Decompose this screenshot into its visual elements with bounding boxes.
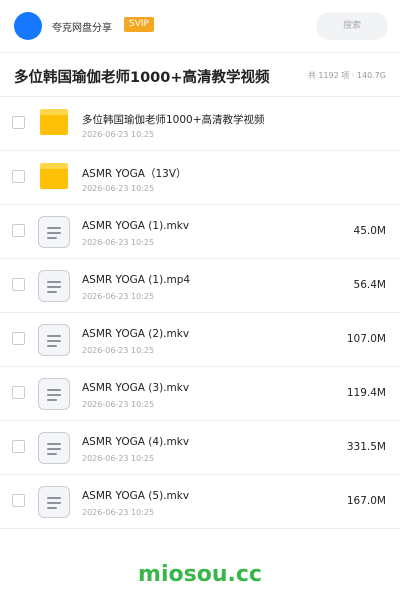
item-size: 167.0M xyxy=(346,495,386,507)
item-name: ASMR YOGA (3).mkv xyxy=(82,382,190,394)
item-size: 107.0M xyxy=(346,333,386,345)
item-date: 2026-06-23 10:25 xyxy=(82,184,155,193)
item-name: ASMR YOGA (1).mp4 xyxy=(82,274,191,286)
item-date: 2026-06-23 10:25 xyxy=(82,400,155,409)
item-date: 2026-06-23 10:25 xyxy=(82,238,155,247)
svip-badge: SVIP xyxy=(124,17,154,32)
page-title: 多位韩国瑜伽老师1000+高清教学视频 xyxy=(14,70,270,86)
item-size: 119.4M xyxy=(346,387,386,399)
select-checkbox[interactable] xyxy=(12,386,25,399)
document-icon xyxy=(38,216,70,248)
item-name: 多位韩国瑜伽老师1000+高清教学视频 xyxy=(82,114,265,126)
item-date: 2026-06-23 10:25 xyxy=(82,346,155,355)
select-checkbox[interactable] xyxy=(12,494,25,507)
select-checkbox[interactable] xyxy=(12,224,25,237)
select-checkbox[interactable] xyxy=(12,440,25,453)
list-item[interactable]: ASMR YOGA (1).mkv 2026-06-23 10:25 45.0M xyxy=(0,205,400,259)
item-size: 331.5M xyxy=(346,441,386,453)
avatar[interactable] xyxy=(14,12,42,40)
select-checkbox[interactable] xyxy=(12,278,25,291)
item-name: ASMR YOGA (2).mkv xyxy=(82,328,190,340)
list-item[interactable]: 多位韩国瑜伽老师1000+高清教学视频 2026-06-23 10:25 xyxy=(0,97,400,151)
item-date: 2026-06-23 10:25 xyxy=(82,454,155,463)
select-checkbox[interactable] xyxy=(12,332,25,345)
list-item[interactable]: ASMR YOGA (3).mkv 2026-06-23 10:25 119.4M xyxy=(0,367,400,421)
username: 夸克网盘分享 xyxy=(52,23,112,34)
document-icon xyxy=(38,432,70,464)
select-checkbox[interactable] xyxy=(12,170,25,183)
item-name: ASMR YOGA（13V） xyxy=(82,168,187,180)
item-size: 45.0M xyxy=(353,225,386,237)
top-bar: 夸克网盘分享 SVIP 搜索 xyxy=(0,0,400,52)
list-item[interactable]: ASMR YOGA (2).mkv 2026-06-23 10:25 107.0M xyxy=(0,313,400,367)
document-icon xyxy=(38,486,70,518)
folder-icon xyxy=(40,163,68,189)
watermark: miosou.cc xyxy=(138,562,262,587)
item-date: 2026-06-23 10:25 xyxy=(82,292,155,301)
search-button[interactable]: 搜索 xyxy=(316,12,388,40)
folder-icon xyxy=(40,109,68,135)
item-name: ASMR YOGA (1).mkv xyxy=(82,220,190,232)
document-icon xyxy=(38,378,70,410)
folder-header: 多位韩国瑜伽老师1000+高清教学视频 共 1192 项 · 140.7G xyxy=(0,53,400,97)
item-date: 2026-06-23 10:25 xyxy=(82,130,155,139)
list-item[interactable]: ASMR YOGA (1).mp4 2026-06-23 10:25 56.4M xyxy=(0,259,400,313)
item-size: 56.4M xyxy=(353,279,386,291)
document-icon xyxy=(38,324,70,356)
item-name: ASMR YOGA (4).mkv xyxy=(82,436,190,448)
folder-meta: 共 1192 项 · 140.7G xyxy=(307,71,386,80)
file-list: 多位韩国瑜伽老师1000+高清教学视频 2026-06-23 10:25 ASMR … xyxy=(0,97,400,529)
item-date: 2026-06-23 10:25 xyxy=(82,508,155,517)
list-item[interactable]: ASMR YOGA（13V） 2026-06-23 10:25 xyxy=(0,151,400,205)
item-name: ASMR YOGA (5).mkv xyxy=(82,490,190,502)
document-icon xyxy=(38,270,70,302)
list-item[interactable]: ASMR YOGA (4).mkv 2026-06-23 10:25 331.5M xyxy=(0,421,400,475)
list-item[interactable]: ASMR YOGA (5).mkv 2026-06-23 10:25 167.0M xyxy=(0,475,400,529)
select-checkbox[interactable] xyxy=(12,116,25,129)
